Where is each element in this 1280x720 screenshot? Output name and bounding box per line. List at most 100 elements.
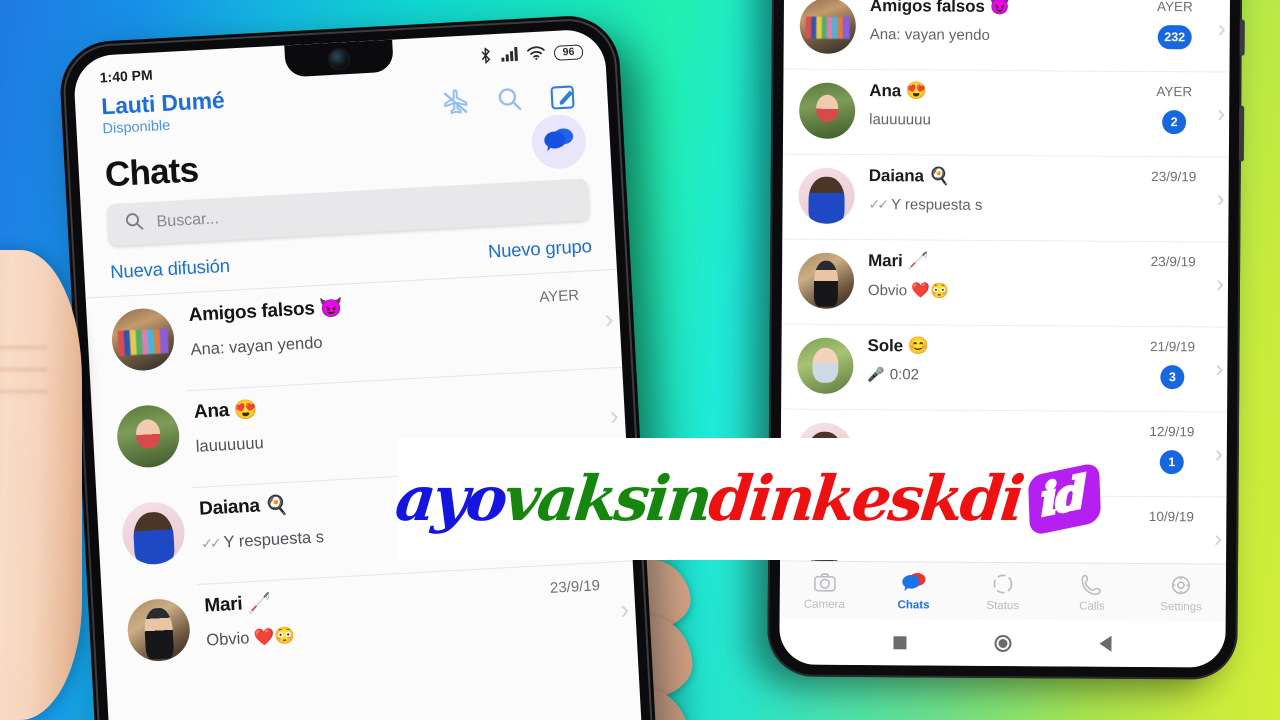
- avatar: [120, 500, 187, 566]
- chevron-right-icon[interactable]: ›: [619, 594, 630, 624]
- front-camera-icon: [329, 49, 350, 70]
- compose-icon[interactable]: [549, 82, 579, 116]
- bottom-nav-label: Chats: [897, 598, 930, 611]
- chat-preview: Obvio ❤️😳: [868, 281, 1136, 301]
- bottom-nav-item-settings[interactable]: Settings: [1137, 572, 1226, 613]
- search-input[interactable]: Buscar...: [156, 210, 219, 231]
- chat-timestamp: 23/9/19: [549, 577, 601, 597]
- home-button[interactable]: [994, 634, 1012, 652]
- back-phone-device: Amigos falsos 😈 Ana: vayan yendo AYER 232 › A…: [767, 0, 1243, 680]
- chat-timestamp: 10/9/19: [1148, 509, 1194, 525]
- status-bar-time: 1:40 PM: [99, 66, 154, 86]
- watermark-part-vaksin: vaksin: [500, 462, 713, 535]
- search-icon: [123, 210, 145, 237]
- chat-name-text: Sole: [867, 336, 904, 356]
- chat-list-item[interactable]: Mari 🦯 Obvio ❤️😳 23/9/19 ›: [781, 239, 1229, 328]
- search-icon[interactable]: [495, 85, 525, 119]
- chat-preview-text: Y respuesta s: [223, 528, 325, 552]
- chat-name-text: Ana: [193, 399, 230, 423]
- android-system-navigation[interactable]: [779, 618, 1226, 668]
- chevron-right-icon[interactable]: ›: [1217, 100, 1225, 127]
- chat-list-item[interactable]: Ana 😍 lauuuuuu AYER 2 ›: [782, 69, 1230, 158]
- unread-badge: 232: [1157, 25, 1193, 50]
- bottom-nav-label: Camera: [803, 598, 845, 611]
- chevron-right-icon[interactable]: ›: [1214, 525, 1222, 552]
- gear-icon: [1169, 573, 1193, 598]
- chat-timestamp: [521, 379, 607, 388]
- chat-timestamp: 23/9/19: [1150, 254, 1196, 270]
- chat-preview: 🎤 0:02: [867, 366, 1135, 385]
- new-chat-fab[interactable]: [530, 113, 588, 171]
- chats-icon: [901, 571, 927, 596]
- chevron-right-icon[interactable]: ›: [1216, 185, 1224, 212]
- thumb: [0, 250, 82, 720]
- chat-preview-text: Obvio ❤️😳: [867, 282, 949, 300]
- chat-name-emoji: 😈: [319, 297, 344, 320]
- chevron-right-icon[interactable]: ›: [1215, 440, 1223, 467]
- skin-crease: [0, 368, 48, 371]
- chevron-right-icon[interactable]: ›: [1218, 15, 1226, 42]
- chat-timestamp: 21/9/19: [1149, 339, 1196, 355]
- camera-icon: [812, 570, 836, 595]
- bottom-nav-item-calls[interactable]: Calls: [1047, 572, 1136, 613]
- chat-preview-text: Ana: vayan yendo: [190, 333, 324, 359]
- chat-timestamp: 12/9/19: [1149, 424, 1195, 440]
- read-receipt-icon: ✓✓: [200, 534, 219, 552]
- chat-name-text: Amigos falsos: [869, 0, 985, 16]
- new-group-button[interactable]: Nuevo grupo: [487, 235, 592, 263]
- watermark-logo: ayo vaksin dinkeskdi id: [392, 438, 1102, 560]
- skin-crease: [0, 390, 48, 393]
- chevron-right-icon[interactable]: ›: [1216, 270, 1224, 297]
- status-ring-icon: [991, 571, 1015, 596]
- back-phone-screen: Amigos falsos 😈 Ana: vayan yendo AYER 232 › A…: [779, 0, 1231, 668]
- new-broadcast-button[interactable]: Nueva difusión: [110, 255, 231, 283]
- watermark-id-badge: id: [1027, 461, 1102, 537]
- chat-name: Ana 😍: [193, 383, 522, 425]
- screenshot-stage: Amigos falsos 😈 Ana: vayan yendo AYER 232 › A…: [0, 0, 1280, 720]
- chat-timestamp: AYER: [1156, 84, 1193, 100]
- back-bottom-navigation[interactable]: Camera Chats Status Calls Settings: [779, 560, 1227, 622]
- bottom-nav-item-camera[interactable]: Camera: [780, 570, 869, 611]
- chat-name-text: Daiana: [198, 495, 261, 520]
- avatar: [799, 0, 856, 54]
- chat-name-text: Amigos falsos: [188, 298, 316, 327]
- chat-name-emoji: 😊: [907, 336, 929, 356]
- chat-name: Daiana 🍳: [869, 166, 1137, 188]
- chat-list-item[interactable]: Daiana 🍳 ✓✓ Y respuesta s 23/9/19 ›: [782, 154, 1229, 243]
- avatar: [798, 167, 855, 224]
- chat-preview-text: Obvio ❤️😳: [205, 626, 296, 650]
- chevron-right-icon[interactable]: ›: [609, 400, 620, 430]
- bottom-nav-label: Settings: [1160, 600, 1202, 613]
- chat-name-text: Mari: [203, 593, 243, 617]
- chat-name-emoji: 😍: [905, 81, 927, 101]
- watermark-part-ayo: ayo: [391, 462, 508, 535]
- voice-message-icon: 🎤: [867, 366, 885, 383]
- recents-button[interactable]: [893, 635, 907, 649]
- avatar: [110, 306, 176, 373]
- airplane-mode-off-icon[interactable]: [441, 88, 471, 122]
- chat-preview-text: 0:02: [889, 366, 920, 384]
- avatar: [797, 252, 855, 309]
- signal-bars-icon: [501, 46, 519, 64]
- chevron-right-icon[interactable]: ›: [604, 303, 615, 333]
- battery-indicator: 96: [553, 43, 584, 61]
- phone-icon: [1080, 572, 1104, 597]
- chat-preview: lauuuuuu: [869, 111, 1137, 130]
- page-title: Chats: [103, 150, 200, 195]
- chat-list-item[interactable]: Amigos falsos 😈 Ana: vayan yendo AYER 232 ›: [783, 0, 1231, 73]
- chat-preview: ✓✓ Y respuesta s: [868, 196, 1136, 215]
- unread-badge: 3: [1160, 365, 1185, 390]
- chat-list-item[interactable]: Sole 😊 🎤 0:02 21/9/19 3 ›: [781, 324, 1228, 413]
- back-button[interactable]: [1099, 635, 1112, 652]
- chat-timestamp: AYER: [538, 286, 580, 307]
- bottom-nav-item-chats[interactable]: Chats: [869, 571, 958, 612]
- chat-name-emoji: 🍳: [264, 494, 289, 518]
- avatar: [797, 337, 854, 394]
- chat-preview: Ana: vayan yendo: [190, 323, 519, 360]
- chat-name: Ana 😍: [869, 81, 1137, 103]
- chat-bubbles-icon: [542, 125, 576, 158]
- chat-preview: Ana: vayan yendo: [870, 26, 1138, 45]
- chevron-right-icon[interactable]: ›: [1215, 355, 1223, 382]
- unread-badge: 1: [1159, 450, 1184, 475]
- bottom-nav-item-status[interactable]: Status: [958, 571, 1047, 612]
